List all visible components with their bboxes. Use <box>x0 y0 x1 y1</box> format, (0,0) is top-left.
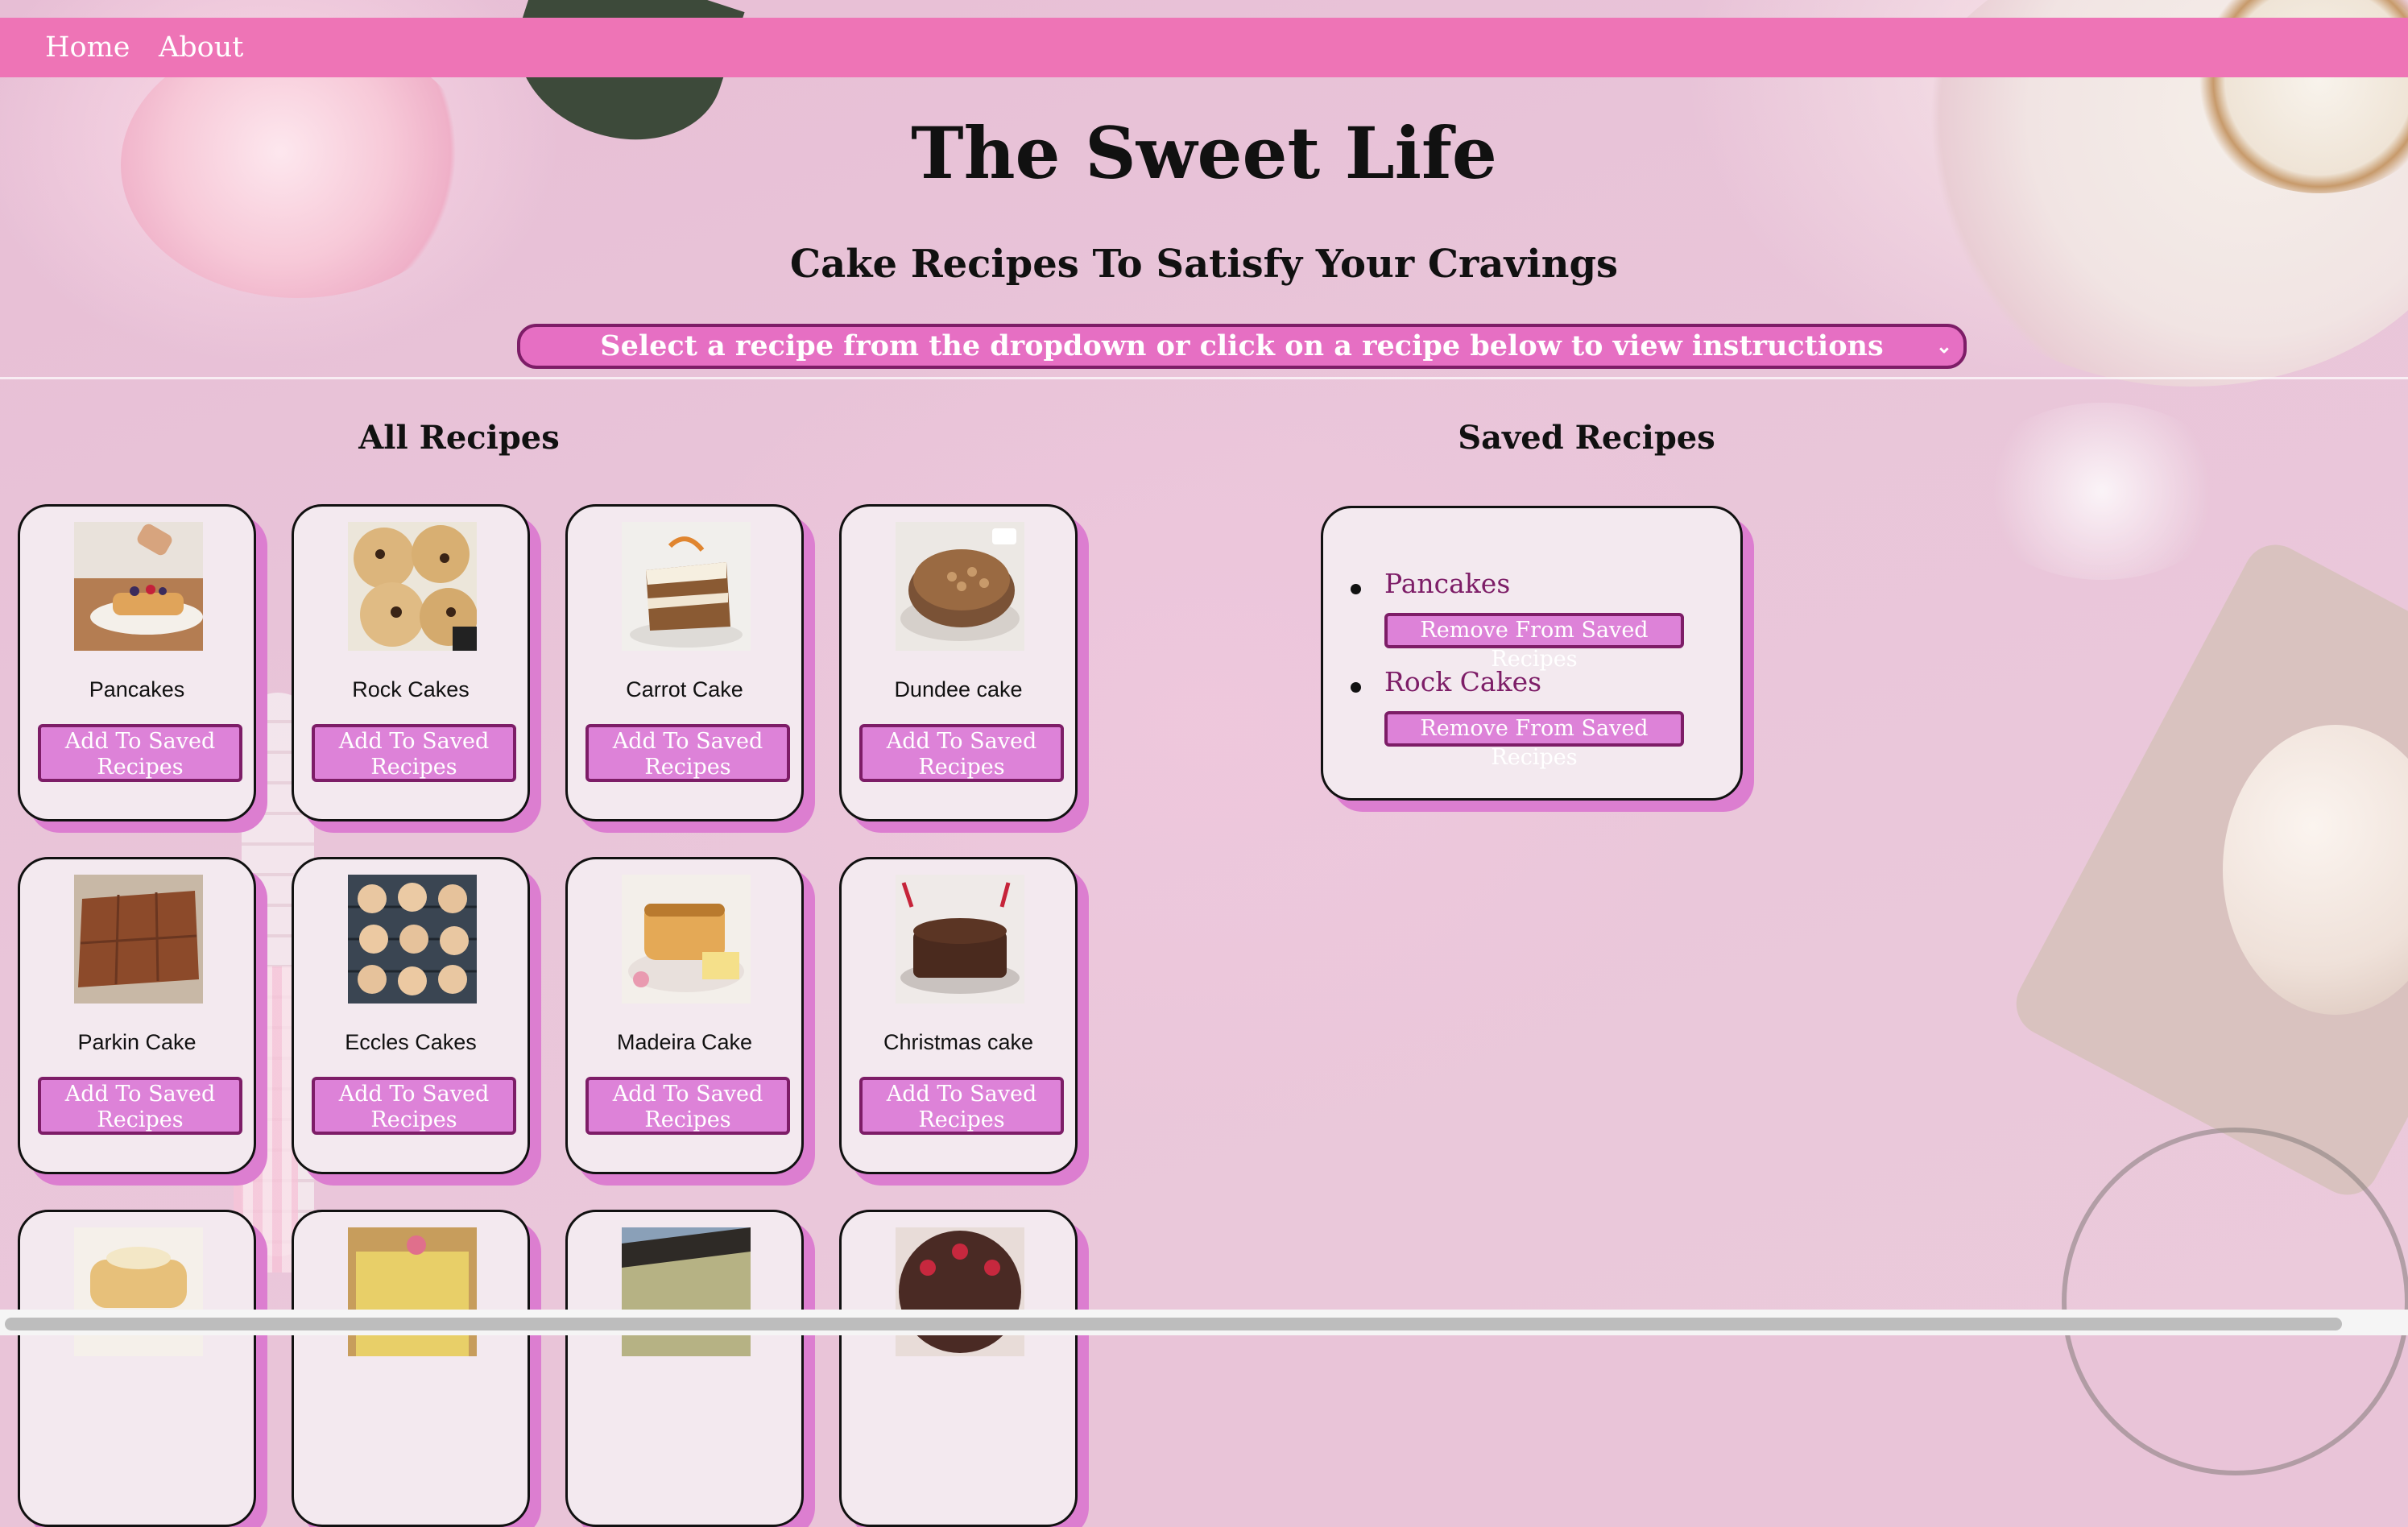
chevron-down-icon: ⌄ <box>1935 334 1952 358</box>
recipe-card[interactable]: Rock Cakes Add To Saved Recipes <box>292 504 530 821</box>
saved-recipe-item: Pancakes Remove From Saved Recipes <box>1323 568 1740 672</box>
madeira-cake-photo <box>622 875 751 1004</box>
parkin-cake-photo <box>74 875 203 1004</box>
recipe-name: Dundee cake <box>894 677 1023 701</box>
saved-recipe-link[interactable]: Pancakes <box>1384 568 1510 599</box>
saved-recipes-title: Saved Recipes <box>1458 419 1715 457</box>
recipe-card[interactable]: Pancakes Add To Saved Recipes <box>18 504 256 821</box>
strawberry-chocolate-cake-photo <box>896 1227 1024 1356</box>
recipe-card[interactable]: Carrot Cake Add To Saved Recipes <box>565 504 804 821</box>
navbar: Home About <box>0 18 2408 77</box>
bullet-icon <box>1351 584 1361 594</box>
cheesecake-photo <box>622 1227 751 1356</box>
scrollbar-thumb[interactable] <box>5 1318 2342 1330</box>
feather-decoration <box>1973 403 2231 580</box>
page-title: The Sweet Life <box>911 111 1497 195</box>
recipe-name: Rock Cakes <box>352 677 470 701</box>
recipe-card[interactable] <box>839 1210 1078 1527</box>
nav-about-link[interactable]: About <box>159 18 243 77</box>
eccles-cakes-photo <box>348 875 477 1004</box>
saved-recipes-panel: Pancakes Remove From Saved Recipes Rock … <box>1321 506 1743 801</box>
recipe-select-dropdown[interactable]: Select a recipe from the dropdown or cli… <box>517 324 1967 369</box>
recipe-card[interactable]: Christmas cake Add To Saved Recipes <box>839 857 1078 1174</box>
recipe-card[interactable]: Madeira Cake Add To Saved Recipes <box>565 857 804 1174</box>
saved-recipe-item: Rock Cakes Remove From Saved Recipes <box>1323 666 1740 770</box>
saved-recipe-link[interactable]: Rock Cakes <box>1384 666 1541 697</box>
recipe-select-value: Select a recipe from the dropdown or cli… <box>600 329 1884 362</box>
christmas-cake-photo <box>896 875 1024 1004</box>
remove-from-saved-button[interactable]: Remove From Saved Recipes <box>1384 711 1684 770</box>
whisk-decoration <box>2062 1128 2408 1475</box>
dundee-cake-photo <box>896 522 1024 651</box>
add-to-saved-button[interactable]: Add To Saved Recipes <box>38 724 242 782</box>
recipe-name: Christmas cake <box>883 1030 1034 1054</box>
recipe-card[interactable]: Parkin Cake Add To Saved Recipes <box>18 857 256 1174</box>
horizontal-scrollbar[interactable] <box>0 1310 2408 1335</box>
page-subtitle: Cake Recipes To Satisfy Your Cravings <box>789 242 1619 287</box>
recipe-name: Carrot Cake <box>626 677 743 701</box>
add-to-saved-button[interactable]: Add To Saved Recipes <box>859 1077 1064 1135</box>
add-to-saved-button[interactable]: Add To Saved Recipes <box>585 724 790 782</box>
add-to-saved-button[interactable]: Add To Saved Recipes <box>38 1077 242 1135</box>
bullet-icon <box>1351 682 1361 693</box>
recipe-card[interactable] <box>565 1210 804 1527</box>
rock-cakes-photo <box>348 522 477 651</box>
recipe-card[interactable] <box>292 1210 530 1527</box>
add-to-saved-button[interactable]: Add To Saved Recipes <box>312 724 516 782</box>
recipe-name: Pancakes <box>89 677 185 701</box>
all-recipes-title: All Recipes <box>358 419 560 457</box>
battenberg-photo <box>348 1227 477 1356</box>
recipe-name: Madeira Cake <box>616 1030 753 1054</box>
pancakes-photo <box>74 522 203 651</box>
recipe-card[interactable]: Dundee cake Add To Saved Recipes <box>839 504 1078 821</box>
recipe-name: Eccles Cakes <box>345 1030 477 1054</box>
add-to-saved-button[interactable]: Add To Saved Recipes <box>312 1077 516 1135</box>
pancake-stack-photo <box>74 1227 203 1356</box>
add-to-saved-button[interactable]: Add To Saved Recipes <box>859 724 1064 782</box>
nav-home-link[interactable]: Home <box>45 18 130 77</box>
recipe-card[interactable] <box>18 1210 256 1527</box>
carrot-cake-photo <box>622 522 751 651</box>
remove-from-saved-button[interactable]: Remove From Saved Recipes <box>1384 613 1684 672</box>
recipe-card[interactable]: Eccles Cakes Add To Saved Recipes <box>292 857 530 1174</box>
header-divider <box>0 377 2408 379</box>
add-to-saved-button[interactable]: Add To Saved Recipes <box>585 1077 790 1135</box>
recipe-name: Parkin Cake <box>77 1030 197 1054</box>
